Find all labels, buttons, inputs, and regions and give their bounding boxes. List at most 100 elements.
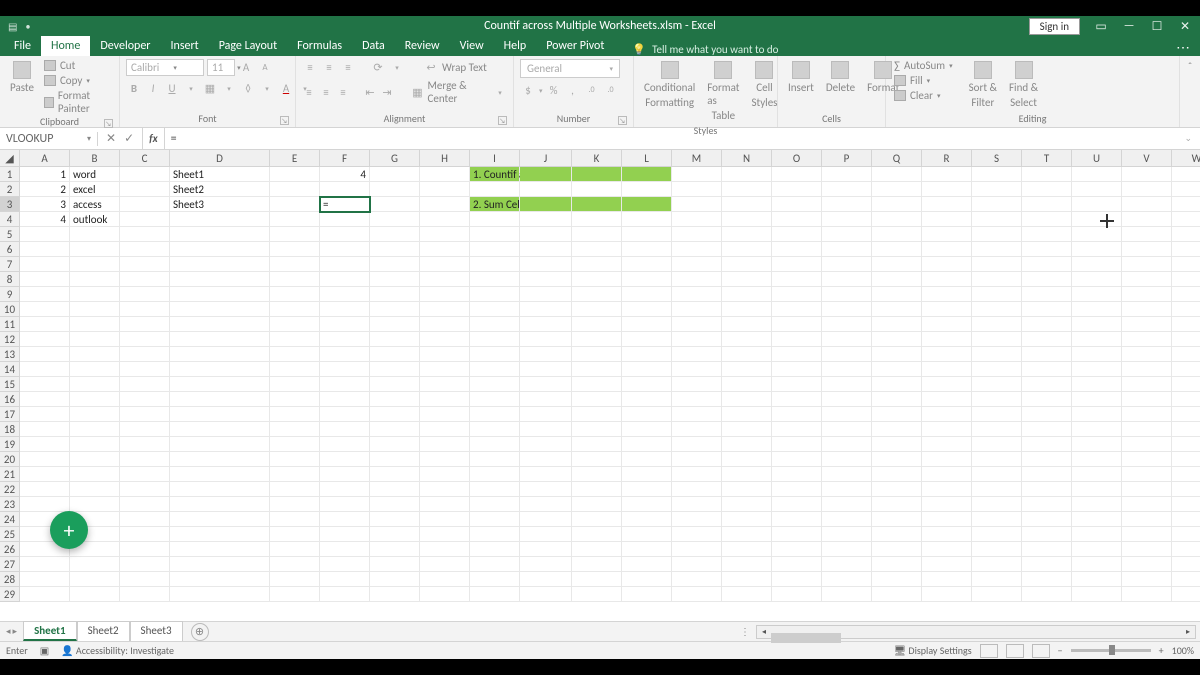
cell-C29[interactable] bbox=[120, 587, 170, 602]
cell-C15[interactable] bbox=[120, 377, 170, 392]
border-button[interactable]: ▦ bbox=[202, 80, 218, 96]
cell-W7[interactable] bbox=[1172, 257, 1200, 272]
underline-button[interactable]: U bbox=[164, 80, 180, 96]
cell-H6[interactable] bbox=[420, 242, 470, 257]
cell-N17[interactable] bbox=[722, 407, 772, 422]
cell-K18[interactable] bbox=[572, 422, 622, 437]
cell-T21[interactable] bbox=[1022, 467, 1072, 482]
cell-G17[interactable] bbox=[370, 407, 420, 422]
cell-W21[interactable] bbox=[1172, 467, 1200, 482]
cell-E19[interactable] bbox=[270, 437, 320, 452]
column-header[interactable]: N bbox=[722, 150, 772, 167]
cell-I13[interactable] bbox=[470, 347, 520, 362]
cell-K27[interactable] bbox=[572, 557, 622, 572]
cell-M28[interactable] bbox=[672, 572, 722, 587]
cell-C9[interactable] bbox=[120, 287, 170, 302]
cell-O21[interactable] bbox=[772, 467, 822, 482]
row-header[interactable]: 29 bbox=[0, 587, 20, 602]
cell-V22[interactable] bbox=[1122, 482, 1172, 497]
cell-O28[interactable] bbox=[772, 572, 822, 587]
cell-N16[interactable] bbox=[722, 392, 772, 407]
cell-E7[interactable] bbox=[270, 257, 320, 272]
cell-K2[interactable] bbox=[572, 182, 622, 197]
cell-S25[interactable] bbox=[972, 527, 1022, 542]
cell-A1[interactable]: 1 bbox=[20, 167, 70, 182]
cell-E16[interactable] bbox=[270, 392, 320, 407]
cell-F24[interactable] bbox=[320, 512, 370, 527]
cell-M2[interactable] bbox=[672, 182, 722, 197]
cell-T3[interactable] bbox=[1022, 197, 1072, 212]
cell-U1[interactable] bbox=[1072, 167, 1122, 182]
cell-C8[interactable] bbox=[120, 272, 170, 287]
cell-I14[interactable] bbox=[470, 362, 520, 377]
cell-M20[interactable] bbox=[672, 452, 722, 467]
cell-T18[interactable] bbox=[1022, 422, 1072, 437]
cell-R7[interactable] bbox=[922, 257, 972, 272]
cell-S19[interactable] bbox=[972, 437, 1022, 452]
cell-V23[interactable] bbox=[1122, 497, 1172, 512]
row-header[interactable]: 28 bbox=[0, 572, 20, 587]
cell-V6[interactable] bbox=[1122, 242, 1172, 257]
add-sheet-button[interactable]: ⊕ bbox=[191, 623, 209, 641]
cell-J7[interactable] bbox=[520, 257, 572, 272]
cell-R25[interactable] bbox=[922, 527, 972, 542]
cell-G8[interactable] bbox=[370, 272, 420, 287]
cell-M29[interactable] bbox=[672, 587, 722, 602]
cell-R8[interactable] bbox=[922, 272, 972, 287]
cell-I1[interactable]: 1. Countif across Multiple Worksheets bbox=[470, 167, 520, 182]
wrap-text-button[interactable]: Wrap Text bbox=[442, 61, 487, 74]
cell-V2[interactable] bbox=[1122, 182, 1172, 197]
cell-M1[interactable] bbox=[672, 167, 722, 182]
cell-R18[interactable] bbox=[922, 422, 972, 437]
menu-data[interactable]: Data bbox=[352, 36, 395, 56]
cell-R28[interactable] bbox=[922, 572, 972, 587]
cell-T27[interactable] bbox=[1022, 557, 1072, 572]
cell-V4[interactable] bbox=[1122, 212, 1172, 227]
cell-C11[interactable] bbox=[120, 317, 170, 332]
cell-Q18[interactable] bbox=[872, 422, 922, 437]
row-header[interactable]: 24 bbox=[0, 512, 20, 527]
cell-P10[interactable] bbox=[822, 302, 872, 317]
cell-J3[interactable] bbox=[520, 197, 572, 212]
cell-E4[interactable] bbox=[270, 212, 320, 227]
cell-K24[interactable] bbox=[572, 512, 622, 527]
cell-E24[interactable] bbox=[270, 512, 320, 527]
cell-U4[interactable] bbox=[1072, 212, 1122, 227]
cell-L22[interactable] bbox=[622, 482, 672, 497]
share-button[interactable]: ⋯ bbox=[1166, 39, 1200, 56]
align-center-icon[interactable]: ≡ bbox=[319, 84, 333, 100]
cell-I15[interactable] bbox=[470, 377, 520, 392]
cell-H10[interactable] bbox=[420, 302, 470, 317]
column-header[interactable]: T bbox=[1022, 150, 1072, 167]
cell-E12[interactable] bbox=[270, 332, 320, 347]
cell-F19[interactable] bbox=[320, 437, 370, 452]
column-header[interactable]: O bbox=[772, 150, 822, 167]
cell-L8[interactable] bbox=[622, 272, 672, 287]
format-painter-button[interactable]: Format Painter bbox=[42, 89, 113, 115]
cell-B7[interactable] bbox=[70, 257, 120, 272]
cell-B10[interactable] bbox=[70, 302, 120, 317]
cell-E17[interactable] bbox=[270, 407, 320, 422]
align-left-icon[interactable]: ≡ bbox=[302, 84, 316, 100]
cell-N21[interactable] bbox=[722, 467, 772, 482]
decrease-font-icon[interactable]: A bbox=[257, 60, 273, 76]
cell-G1[interactable] bbox=[370, 167, 420, 182]
cell-Q27[interactable] bbox=[872, 557, 922, 572]
cell-I18[interactable] bbox=[470, 422, 520, 437]
sign-in-button[interactable]: Sign in bbox=[1029, 18, 1080, 35]
cell-H25[interactable] bbox=[420, 527, 470, 542]
cell-U12[interactable] bbox=[1072, 332, 1122, 347]
cell-N10[interactable] bbox=[722, 302, 772, 317]
cell-H2[interactable] bbox=[420, 182, 470, 197]
cell-A18[interactable] bbox=[20, 422, 70, 437]
cell-O26[interactable] bbox=[772, 542, 822, 557]
cell-L20[interactable] bbox=[622, 452, 672, 467]
cell-P9[interactable] bbox=[822, 287, 872, 302]
cell-G16[interactable] bbox=[370, 392, 420, 407]
cell-T13[interactable] bbox=[1022, 347, 1072, 362]
cell-G27[interactable] bbox=[370, 557, 420, 572]
cell-F13[interactable] bbox=[320, 347, 370, 362]
cell-R16[interactable] bbox=[922, 392, 972, 407]
copy-button[interactable]: Copy▾ bbox=[42, 74, 113, 87]
fill-color-button[interactable]: ◊ bbox=[240, 80, 256, 96]
